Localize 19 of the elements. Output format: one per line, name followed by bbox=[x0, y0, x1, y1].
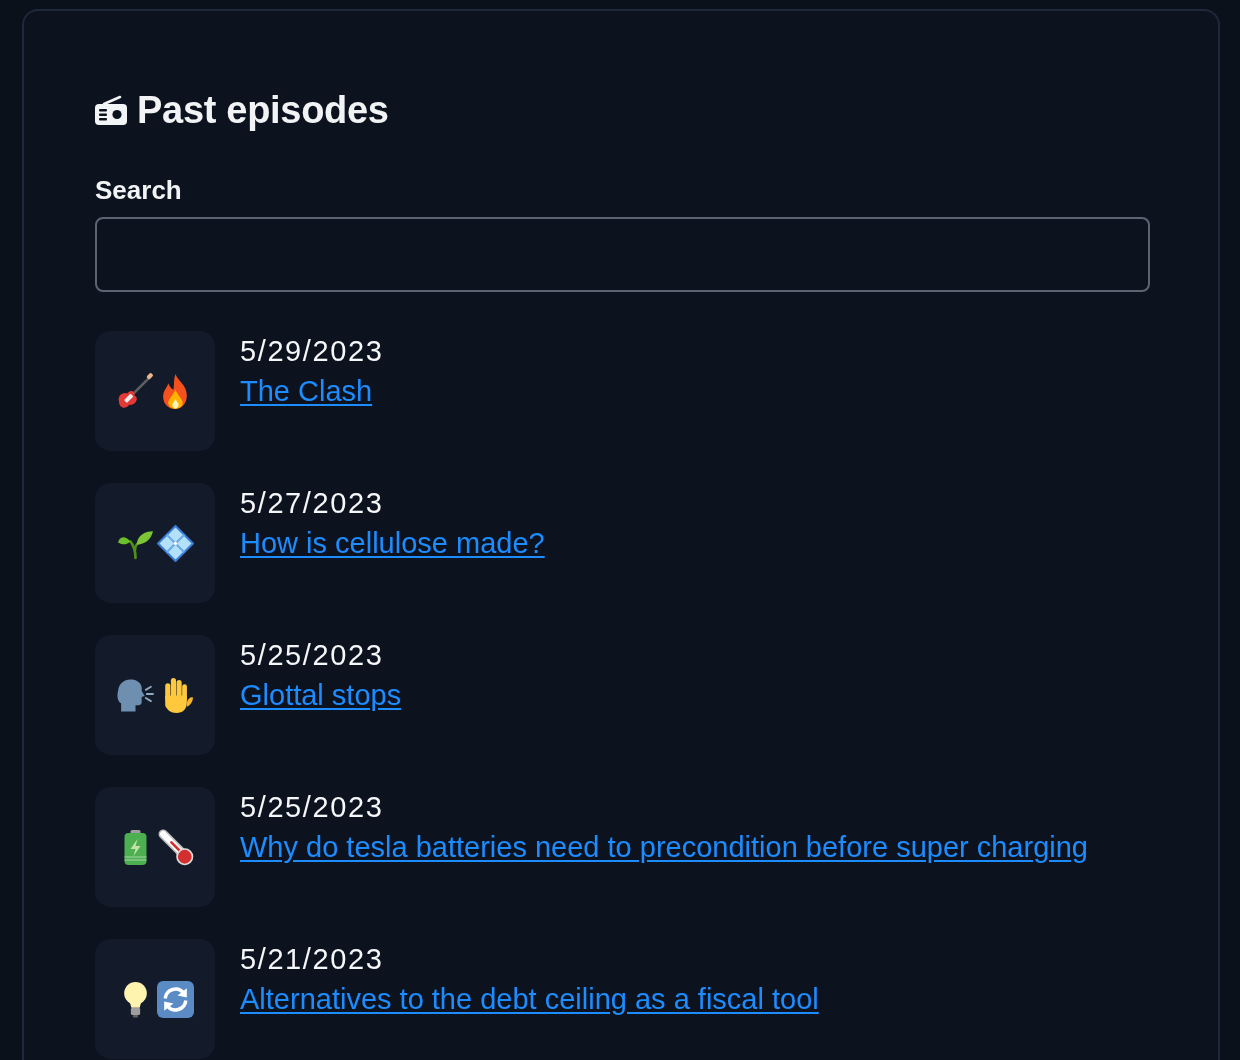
search-field[interactable] bbox=[95, 217, 1150, 292]
guitar-icon bbox=[116, 372, 154, 410]
episode-date: 5/21/2023 bbox=[240, 942, 384, 977]
diamond-icon bbox=[156, 524, 194, 562]
episode-link[interactable]: Alternatives to the debt ceiling as a fiscal tool bbox=[240, 979, 819, 1019]
episode-date: 5/29/2023 bbox=[240, 334, 384, 369]
page-title: Past episodes bbox=[137, 88, 389, 133]
episode-link[interactable]: The Clash bbox=[240, 371, 373, 411]
episode-link[interactable]: Why do tesla batteries need to precondition before super charging bbox=[240, 827, 1088, 867]
episode-date: 5/25/2023 bbox=[240, 638, 384, 673]
thermometer-icon bbox=[156, 828, 194, 866]
speaking-head-icon bbox=[116, 676, 154, 714]
search-label: Search bbox=[95, 174, 183, 207]
episode-link[interactable]: Glottal stops bbox=[240, 675, 402, 715]
episode-link[interactable]: How is cellulose made? bbox=[240, 523, 545, 563]
episode-date: 5/25/2023 bbox=[240, 790, 384, 825]
episode-date: 5/27/2023 bbox=[240, 486, 384, 521]
refresh-icon bbox=[156, 980, 194, 1018]
radio-icon bbox=[95, 95, 127, 125]
